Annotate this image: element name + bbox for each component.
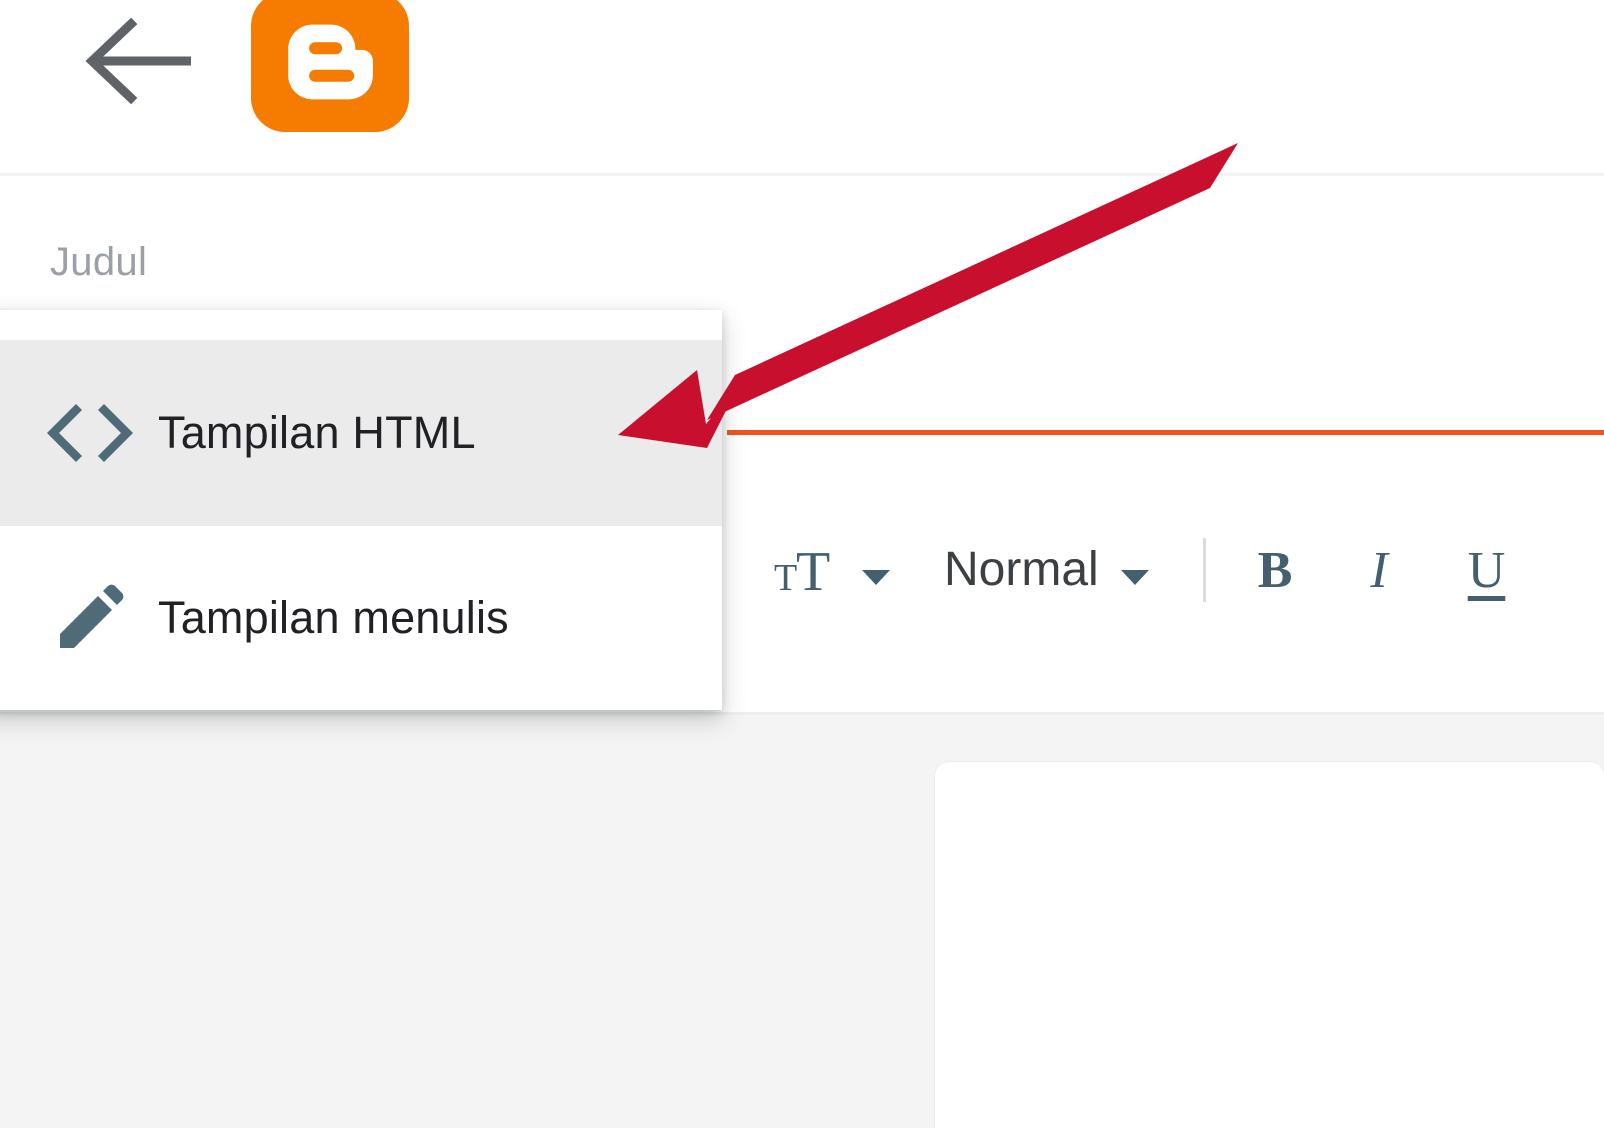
- blogger-post-editor: Judul T T Normal B I U Tampilan HTML Tam…: [0, 0, 1604, 1128]
- workspace-top-divider: [0, 712, 1604, 715]
- toolbar-divider: [1202, 538, 1206, 602]
- underline-button[interactable]: U: [1468, 541, 1506, 600]
- font-size-button[interactable]: T T: [774, 540, 890, 603]
- chevron-down-icon: [1120, 569, 1149, 585]
- code-brackets-icon: [42, 402, 138, 464]
- svg-text:T: T: [796, 541, 830, 596]
- bold-button[interactable]: B: [1258, 541, 1293, 600]
- pencil-icon: [42, 582, 138, 654]
- paragraph-style-dropdown[interactable]: Normal: [944, 546, 1149, 594]
- font-size-icon: T T: [774, 540, 848, 603]
- app-header: [0, 0, 1604, 176]
- blogger-logo-icon: [275, 7, 385, 117]
- paragraph-style-label: Normal: [944, 543, 1099, 596]
- chevron-down-icon: [862, 569, 890, 585]
- post-body-card[interactable]: [935, 762, 1604, 1128]
- menu-item-tampilan-menulis[interactable]: Tampilan menulis: [0, 526, 722, 710]
- arrow-left-icon: [83, 18, 193, 104]
- svg-text:T: T: [774, 557, 797, 596]
- view-mode-menu: Tampilan HTML Tampilan menulis: [0, 310, 722, 710]
- menu-item-label: Tampilan menulis: [158, 592, 509, 643]
- title-underline-rule: [727, 430, 1604, 435]
- blogger-logo-button[interactable]: [251, 0, 409, 132]
- italic-button[interactable]: I: [1370, 541, 1387, 600]
- back-button[interactable]: [78, 2, 198, 120]
- menu-item-tampilan-html[interactable]: Tampilan HTML: [0, 340, 722, 526]
- post-title-input[interactable]: Judul: [50, 236, 147, 288]
- editor-toolbar: T T Normal B I U: [727, 500, 1604, 640]
- menu-item-label: Tampilan HTML: [158, 407, 476, 458]
